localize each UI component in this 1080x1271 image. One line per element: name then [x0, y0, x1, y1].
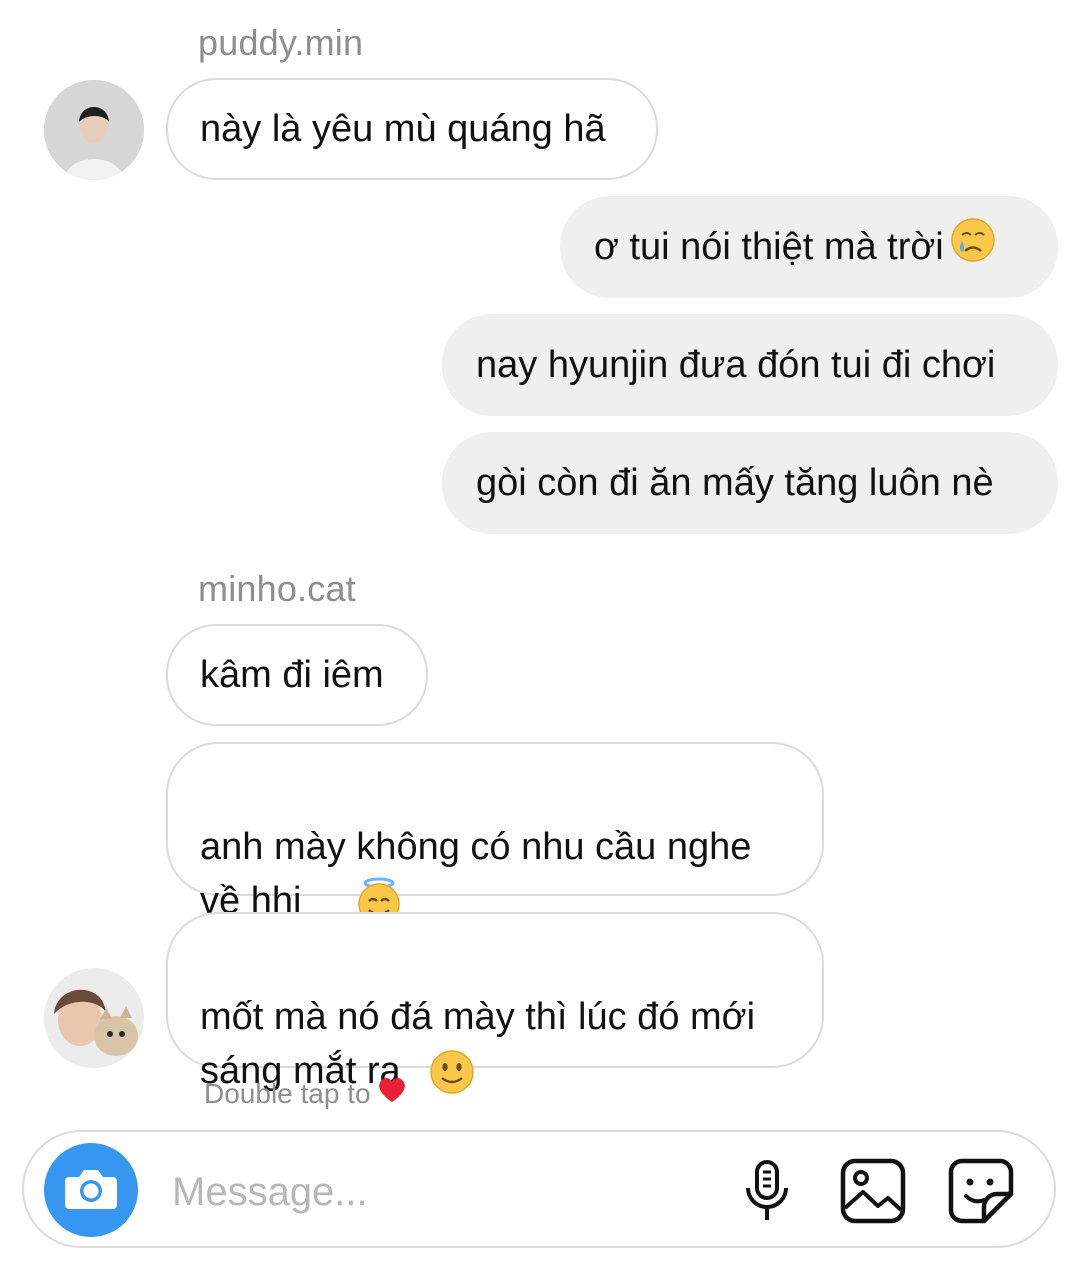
message-bubble-received[interactable]: kâm đi iêm [166, 624, 428, 726]
double-tap-hint: Double tap to [204, 1076, 407, 1111]
gallery-icon [838, 1158, 908, 1230]
avatar[interactable] [44, 80, 144, 180]
camera-icon [63, 1165, 119, 1216]
avatar[interactable] [44, 968, 144, 1068]
sticker-icon [946, 1158, 1016, 1230]
message-text: ơ tui nói thiệt mà trời [594, 226, 944, 268]
message-text: này là yêu mù quáng hã [200, 108, 606, 150]
microphone-icon [732, 1160, 802, 1230]
message-input[interactable] [170, 1158, 694, 1226]
message-bubble-sent[interactable]: gòi còn đi ăn mấy tăng luôn nè [442, 432, 1058, 534]
hint-text: Double tap to [204, 1077, 371, 1109]
message-bubble-received[interactable]: anh mày không có nhu cầu nghe về hhj [166, 742, 824, 925]
message-bubble-sent[interactable]: nay hyunjin đưa đón tui đi chơi [442, 314, 1058, 416]
slightly-smiling-face-icon [428, 994, 476, 1111]
avatar-photo [44, 80, 144, 180]
red-heart-icon [377, 1076, 407, 1111]
camera-button[interactable] [44, 1143, 138, 1237]
message-text: nay hyunjin đưa đón tui đi chơi [476, 344, 996, 386]
message-bubble-sent[interactable]: ơ tui nói thiệt mà trời [560, 196, 1058, 298]
message-bubble-received[interactable]: mốt mà nó đá mày thì lúc đó mới sáng mắt… [166, 912, 824, 1094]
sender-name: puddy.min [198, 22, 364, 63]
message-text: anh mày không có nhu cầu nghe về hhj [200, 826, 752, 922]
microphone-button[interactable] [732, 1156, 802, 1226]
avatar-photo [44, 968, 144, 1068]
sender-name: minho.cat [198, 568, 356, 609]
message-text: gòi còn đi ăn mấy tăng luôn nè [476, 462, 994, 504]
sticker-button[interactable] [946, 1156, 1016, 1226]
gallery-button[interactable] [838, 1156, 908, 1226]
message-bubble-received[interactable]: này là yêu mù quáng hã [166, 78, 658, 180]
message-text: kâm đi iêm [200, 654, 384, 696]
crying-face-icon [950, 217, 996, 278]
